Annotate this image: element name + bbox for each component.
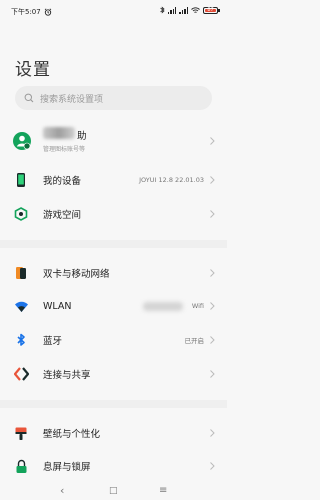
wlan-ssid: Wifi	[191, 302, 204, 310]
sim-card-icon	[13, 265, 29, 281]
signal-1-icon	[167, 6, 177, 14]
settings-item-wallpaper[interactable]: 壁纸与个性化	[0, 418, 227, 448]
search-bar[interactable]: 搜索系统设置项	[15, 86, 212, 110]
sim-label: 双卡与移动网络	[43, 269, 110, 280]
section-divider	[0, 240, 227, 248]
wlan-ssid-redacted	[143, 302, 183, 311]
wallpaper-label: 壁纸与个性化	[43, 429, 101, 440]
chevron-right-icon	[210, 429, 215, 437]
chevron-right-icon	[210, 336, 215, 344]
wlan-label: WLAN	[43, 300, 72, 312]
avatar	[13, 132, 31, 150]
lockscreen-label: 息屏与锁屏	[43, 462, 91, 473]
wifi-status-icon	[191, 6, 200, 13]
chevron-right-icon	[210, 370, 215, 378]
nav-recents-button[interactable]: ≡	[159, 485, 167, 496]
nav-home-button[interactable]: □	[109, 486, 118, 496]
battery-level: 87	[207, 6, 214, 13]
search-icon	[24, 93, 34, 103]
chevron-right-icon	[210, 302, 215, 310]
lock-icon	[13, 458, 29, 474]
section-divider	[0, 400, 227, 408]
wallpaper-icon	[13, 425, 29, 441]
wlan-icon	[13, 298, 29, 314]
avatar-icon	[13, 132, 31, 150]
nav-back-button[interactable]: ‹	[60, 484, 64, 497]
connection-share-icon	[13, 366, 29, 382]
page-title: 设置	[15, 60, 51, 80]
bluetooth-status: 已开启	[184, 337, 205, 345]
search-placeholder: 搜索系统设置项	[40, 94, 104, 105]
settings-item-wlan[interactable]: WLAN Wifi	[0, 291, 227, 321]
device-version: JOYUI 12.8 22.01.03	[139, 176, 204, 184]
account-subtitle: 管理图标账号等	[43, 146, 86, 153]
navigation-bar: ‹ □ ≡	[0, 484, 227, 500]
settings-item-device[interactable]: 我的设备 JOYUI 12.8 22.01.03	[0, 165, 227, 195]
status-time: 下午5:07	[11, 8, 41, 16]
chevron-right-icon	[210, 137, 215, 145]
bluetooth-icon	[13, 332, 29, 348]
game-space-icon	[13, 206, 29, 222]
bluetooth-label: 蓝牙	[43, 336, 63, 347]
chevron-right-icon	[210, 269, 215, 277]
game-label: 游戏空间	[43, 210, 82, 221]
signal-2-icon	[179, 6, 188, 14]
bluetooth-status-icon	[160, 6, 165, 14]
settings-item-game[interactable]: 游戏空间	[0, 199, 227, 229]
device-icon	[13, 172, 29, 188]
settings-item-sim[interactable]: 双卡与移动网络	[0, 258, 227, 288]
settings-item-connect[interactable]: 连接与共享	[0, 359, 227, 389]
alarm-icon	[44, 8, 51, 16]
account-name-redacted	[43, 127, 75, 139]
chevron-right-icon	[210, 210, 215, 218]
status-bar: 下午5:07 87	[0, 0, 227, 22]
settings-item-bluetooth[interactable]: 蓝牙 已开启	[0, 325, 227, 355]
account-row[interactable]: 助 管理图标账号等	[0, 127, 227, 155]
chevron-right-icon	[210, 176, 215, 184]
settings-item-lockscreen[interactable]: 息屏与锁屏	[0, 451, 227, 481]
account-name-suffix: 助	[77, 131, 87, 142]
device-label: 我的设备	[43, 176, 82, 187]
battery-icon: 87	[203, 6, 220, 14]
connect-label: 连接与共享	[43, 370, 91, 381]
chevron-right-icon	[210, 462, 215, 470]
